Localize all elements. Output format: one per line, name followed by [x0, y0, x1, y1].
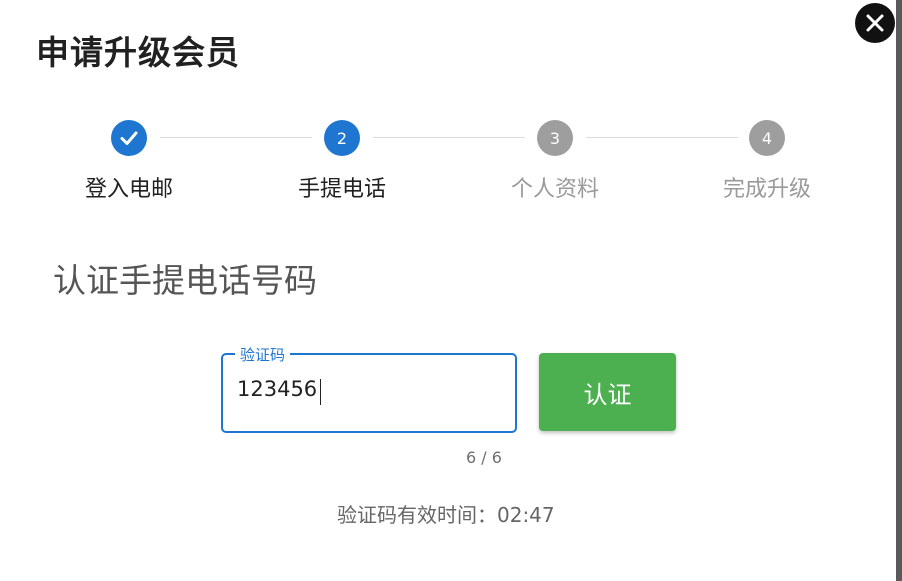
step-2-circle: 2 — [324, 120, 360, 156]
window-edge — [896, 0, 902, 581]
verification-code-field[interactable]: 验证码 — [221, 344, 517, 433]
step-1-label: 登入电邮 — [84, 177, 173, 202]
dialog-title: 申请升级会员 — [36, 33, 240, 72]
step-3-label: 个人资料 — [510, 177, 599, 202]
close-icon — [866, 14, 884, 32]
step-2-label: 手提电话 — [297, 177, 386, 202]
verification-code-label: 验证码 — [235, 344, 291, 365]
code-validity-timer: 验证码有效时间：02:47 — [337, 503, 555, 527]
close-button[interactable] — [855, 3, 895, 43]
step-connector — [160, 137, 312, 138]
step-4-circle: 4 — [749, 120, 785, 156]
character-counter: 6 / 6 — [466, 448, 502, 467]
verify-button[interactable]: 认证 — [539, 353, 676, 431]
step-4-label: 完成升级 — [722, 177, 811, 202]
check-icon — [120, 131, 138, 145]
step-connector — [586, 137, 738, 138]
section-heading: 认证手提电话号码 — [53, 261, 317, 300]
step-connector — [373, 137, 525, 138]
text-caret — [320, 379, 321, 405]
step-1-complete-circle — [111, 120, 147, 156]
upgrade-dialog: 申请升级会员 登入电邮 2 手提电话 3 个人资料 4 完成升级 认证手提电话号… — [0, 0, 896, 581]
verification-code-input[interactable] — [237, 377, 497, 401]
step-3-circle: 3 — [537, 120, 573, 156]
